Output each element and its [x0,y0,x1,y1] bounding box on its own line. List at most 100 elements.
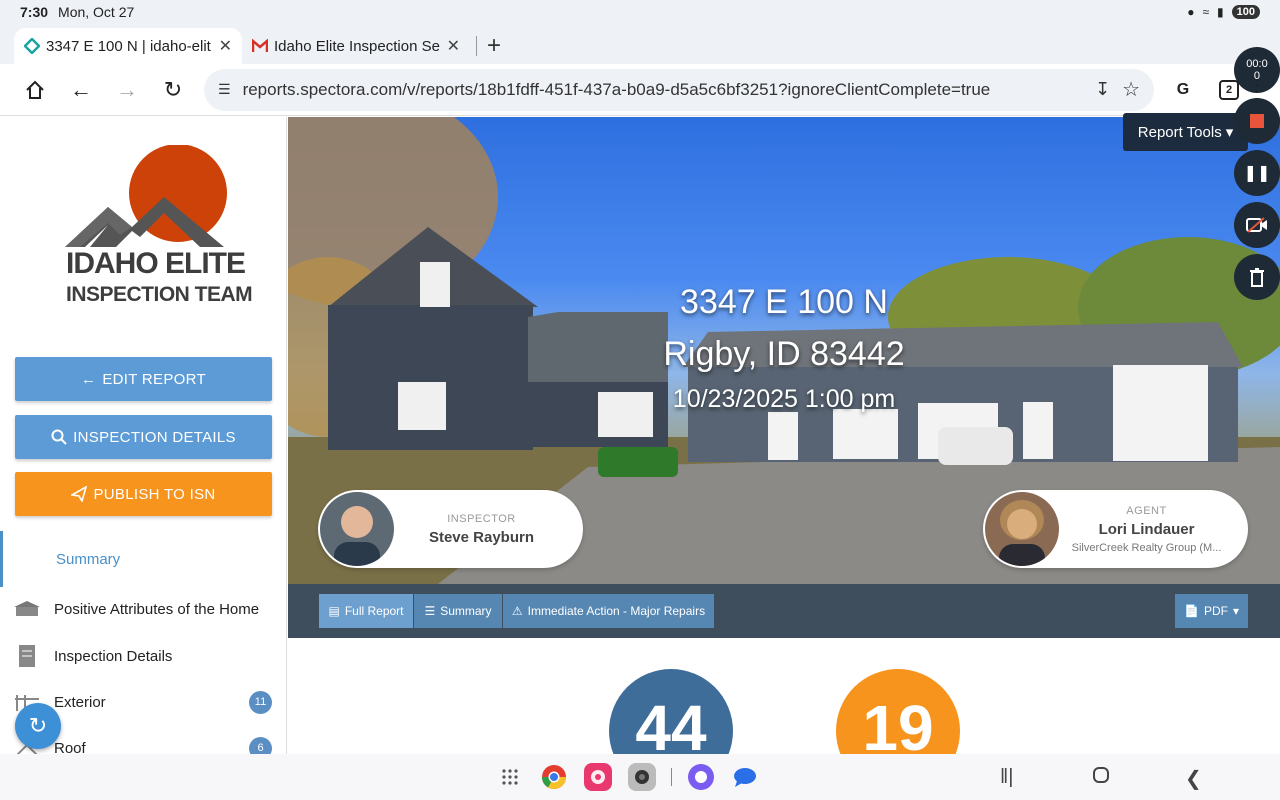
publish-label: PUBLISH TO ISN [93,485,216,503]
delete-button[interactable] [1234,254,1280,300]
bookmark-star-icon[interactable]: ☆ [1122,77,1140,102]
status-time: 7:30 [20,4,49,20]
tab-count: 2 [1219,79,1239,100]
close-icon[interactable]: ✕ [219,36,232,56]
bixby-icon[interactable] [686,762,716,792]
home-nav-icon[interactable] [1092,766,1110,790]
chrome-icon[interactable] [539,762,569,792]
sidebar-item-label: Inspection Details [54,647,173,665]
back-nav-icon[interactable]: ❮ [1185,766,1202,791]
arrow-left-icon: ← [81,370,97,388]
location-icon: ● [1187,5,1195,19]
messages-icon[interactable] [730,762,760,792]
browser-toolbar: ← → ↻ ☰ reports.spectora.com/v/reports/1… [0,64,1280,116]
pause-button[interactable]: ❚❚ [1234,150,1280,196]
url-text: reports.spectora.com/v/reports/18b1fdff-… [242,79,991,99]
report-nav: ▤ Full Report ☰ Summary ⚠ Immediate Acti… [288,584,1280,638]
translate-icon[interactable]: G [1160,67,1206,113]
app-drawer-icon[interactable] [495,762,525,792]
house-icon [0,600,54,618]
edit-report-label: EDIT REPORT [102,370,206,388]
caret-down-icon: ▾ [1232,604,1239,618]
address-line1: 3347 E 100 N [680,283,888,321]
pause-icon: ❚❚ [1243,165,1271,182]
forward-icon[interactable]: → [104,67,150,113]
gmail-icon [252,39,268,52]
spectora-favicon-icon [24,38,40,54]
tab-title: Idaho Elite Inspection Se [274,37,440,55]
inspector-card: INSPECTOR Steve Rayburn [318,490,583,568]
immediate-action-tab[interactable]: ⚠ Immediate Action - Major Repairs [503,594,714,628]
camera-off-icon [1246,217,1267,233]
document-icon: ▤ [328,604,340,618]
tab-separator [476,36,477,56]
summary-tab-label: Summary [440,604,492,618]
publish-isn-button[interactable]: PUBLISH TO ISN [15,472,272,516]
sidebar-item-summary[interactable]: Summary [0,531,286,587]
camera-off-button[interactable] [1234,202,1280,248]
sidebar-item-label: Exterior [54,693,106,711]
tab-strip: 3347 E 100 N | idaho-elit ✕ Idaho Elite … [0,24,1280,64]
status-date: Mon, Oct 27 [58,4,135,20]
more-icon[interactable]: ⋮ [1249,79,1265,95]
pdf-button[interactable]: 📄 PDF ▾ [1175,594,1248,628]
dock-separator [671,768,672,786]
tab-gmail[interactable]: Idaho Elite Inspection Se ✕ [242,28,470,64]
sync-button[interactable]: ↻ [15,703,61,749]
refresh-icon: ↻ [28,713,48,738]
inspection-details-label: INSPECTION DETAILS [73,428,236,446]
sidebar-item-inspection-details[interactable]: Inspection Details [0,636,286,676]
status-icons: ● ≈ ▮ 100 [1187,5,1260,19]
agent-role: AGENT [1126,504,1167,517]
signal-icon: ▮ [1217,5,1224,19]
recents-icon[interactable]: ‖| [1000,766,1013,789]
gallery-flower-icon[interactable] [583,762,613,792]
trash-icon [1250,268,1264,287]
reload-icon[interactable]: ↻ [150,67,196,113]
address-line2: Rigby, ID 83442 [663,335,905,373]
new-tab-icon[interactable]: + [487,32,501,60]
sidebar-item-label: Roof [54,739,86,755]
timer-line1: 00:0 [1246,58,1268,70]
report-tools-button[interactable]: Report Tools ▾ [1123,113,1248,151]
stop-record-button[interactable] [1234,98,1280,144]
agent-name: Lori Lindauer [1098,520,1195,538]
warning-icon: ⚠ [511,604,523,618]
stop-icon [1250,114,1264,128]
paper-plane-icon [71,486,88,502]
inspection-details-button[interactable]: INSPECTION DETAILS [15,415,272,459]
agent-org: SilverCreek Realty Group (M... [1071,541,1222,554]
site-settings-icon[interactable]: ☰ [218,81,231,98]
immediate-action-label: Immediate Action - Major Repairs [527,604,706,618]
document-icon [0,644,54,668]
avatar [985,492,1059,566]
full-report-tab[interactable]: ▤ Full Report [319,594,413,628]
caret-down-icon: ▾ [1225,124,1234,141]
sidebar-item-positive-attributes[interactable]: Positive Attributes of the Home [0,589,286,629]
inspector-name: Steve Rayburn [428,528,535,546]
item-count-badge: 11 [249,690,272,714]
tab-title: 3347 E 100 N | idaho-elit [46,37,211,55]
address-bar[interactable]: ☰ reports.spectora.com/v/reports/18b1fdf… [204,68,1154,111]
inspection-datetime: 10/23/2025 1:00 pm [672,385,896,413]
back-icon[interactable]: ← [58,67,104,113]
inspector-info: INSPECTOR Steve Rayburn [394,513,583,546]
home-icon[interactable] [12,67,58,113]
pdf-label: PDF [1203,604,1228,618]
camera-app-icon[interactable] [627,762,657,792]
close-icon[interactable]: ✕ [447,36,460,56]
tab-report[interactable]: 3347 E 100 N | idaho-elit ✕ [14,28,242,64]
app-dock [495,762,760,792]
stat-circle-attention: 19 [836,669,960,754]
battery-icon: 100 [1231,5,1260,19]
system-navbar: ‖| ❮ [0,754,1280,800]
edit-report-button[interactable]: ← EDIT REPORT [15,357,272,401]
logo-subtitle: INSPECTION TEAM [66,283,253,306]
download-icon[interactable]: ↧ [1095,79,1110,100]
inspector-role: INSPECTOR [447,512,516,525]
report-sidebar: IDAHO ELITE INSPECTION TEAM ← EDIT REPOR… [0,117,287,754]
report-content: 44 19 [288,638,1280,754]
pdf-file-icon: 📄 [1184,604,1199,618]
summary-tab[interactable]: ☰ Summary [414,594,502,628]
summary-label: Summary [56,550,121,568]
